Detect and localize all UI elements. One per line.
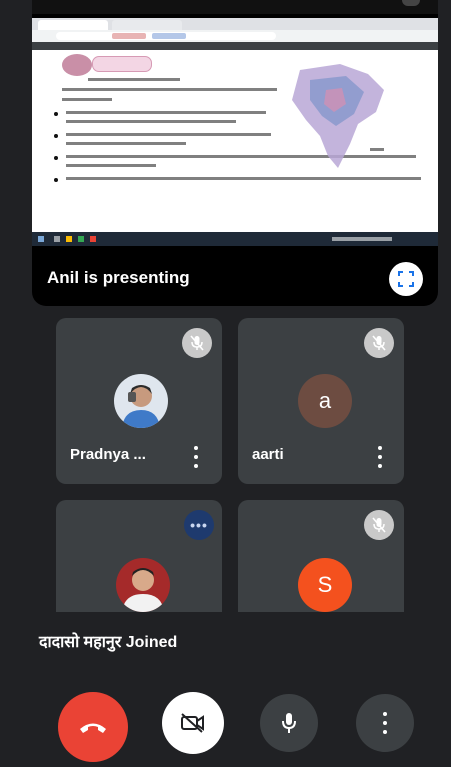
avatar <box>116 558 170 612</box>
participant-name: Pradnya ... <box>70 446 146 463</box>
taskbar-icon <box>54 236 60 242</box>
participant-tile[interactable]: a aarti <box>238 318 404 484</box>
kebab-dot <box>194 455 198 459</box>
browser-address-bar <box>32 30 438 42</box>
browser-tab <box>112 20 182 30</box>
document-page <box>32 54 438 232</box>
camera-off-icon <box>181 713 204 733</box>
document-text-line <box>62 98 112 101</box>
more-options-button[interactable] <box>356 694 414 752</box>
browser-tab-strip <box>32 18 438 30</box>
kebab-dot <box>383 730 387 734</box>
browser-tab <box>38 20 108 30</box>
participant-photo <box>116 558 170 612</box>
kebab-dot <box>194 464 198 468</box>
mic-icon <box>282 713 296 733</box>
document-text-line <box>66 164 156 167</box>
top-bar <box>32 0 438 14</box>
shared-screen <box>32 18 438 246</box>
india-map-illustration <box>292 64 384 168</box>
document-speech-bubble <box>92 56 152 72</box>
bookmark-chip <box>152 33 186 39</box>
meet-call-screen: Anil is presenting Pradnya ... a aarti •… <box>4 0 447 767</box>
audio-dots-icon: ••• <box>190 517 208 533</box>
taskbar-icon <box>90 236 96 242</box>
document-bullet <box>54 134 58 138</box>
participant-photo <box>114 374 168 428</box>
end-call-button[interactable] <box>58 692 128 762</box>
windows-taskbar <box>32 232 438 246</box>
fullscreen-button[interactable] <box>389 262 423 296</box>
participant-options-button[interactable] <box>190 446 202 468</box>
document-bullet <box>54 112 58 116</box>
participant-tile[interactable]: ••• <box>56 500 222 612</box>
participant-tile[interactable]: Pradnya ... <box>56 318 222 484</box>
document-text-line <box>66 133 271 136</box>
participant-name: aarti <box>252 446 284 463</box>
document-bullet <box>54 156 58 160</box>
kebab-dot <box>378 455 382 459</box>
document-text-line <box>66 120 236 123</box>
top-bar-button[interactable] <box>402 0 420 6</box>
microphone-button[interactable] <box>260 694 318 752</box>
mic-off-icon <box>372 335 386 351</box>
taskbar-icon <box>66 236 72 242</box>
kebab-dot <box>383 721 387 725</box>
document-text-line <box>62 88 277 91</box>
mic-muted-badge <box>364 328 394 358</box>
participant-options-button[interactable] <box>374 446 386 468</box>
document-text-line <box>66 111 266 114</box>
kebab-dot <box>378 446 382 450</box>
document-text-line <box>88 78 180 81</box>
kebab-dot <box>383 712 387 716</box>
speaking-indicator: ••• <box>184 510 214 540</box>
camera-toggle-button[interactable] <box>162 692 224 754</box>
fullscreen-icon <box>398 271 414 287</box>
document-bullet <box>54 178 58 182</box>
bookmark-chip <box>112 33 146 39</box>
avatar <box>114 374 168 428</box>
taskbar-icon <box>78 236 84 242</box>
document-text-line <box>66 142 186 145</box>
presentation-card[interactable]: Anil is presenting <box>32 0 438 306</box>
mic-off-icon <box>372 517 386 533</box>
kebab-dot <box>378 464 382 468</box>
start-icon <box>38 236 44 242</box>
participant-tile[interactable]: S <box>238 500 404 612</box>
kebab-dot <box>194 446 198 450</box>
more-vert-icon <box>379 712 391 734</box>
join-notification: दादासो महानुर Joined <box>39 634 178 651</box>
avatar: a <box>298 374 352 428</box>
mic-off-icon <box>190 335 204 351</box>
mic-muted-badge <box>182 328 212 358</box>
system-tray <box>332 237 392 241</box>
mic-muted-badge <box>364 510 394 540</box>
phone-hangup-icon <box>80 723 106 733</box>
document-toolbar <box>32 42 438 50</box>
map-caption <box>370 148 384 151</box>
document-avatar-image <box>62 54 92 76</box>
avatar: S <box>298 558 352 612</box>
presenter-label: Anil is presenting <box>47 268 190 287</box>
